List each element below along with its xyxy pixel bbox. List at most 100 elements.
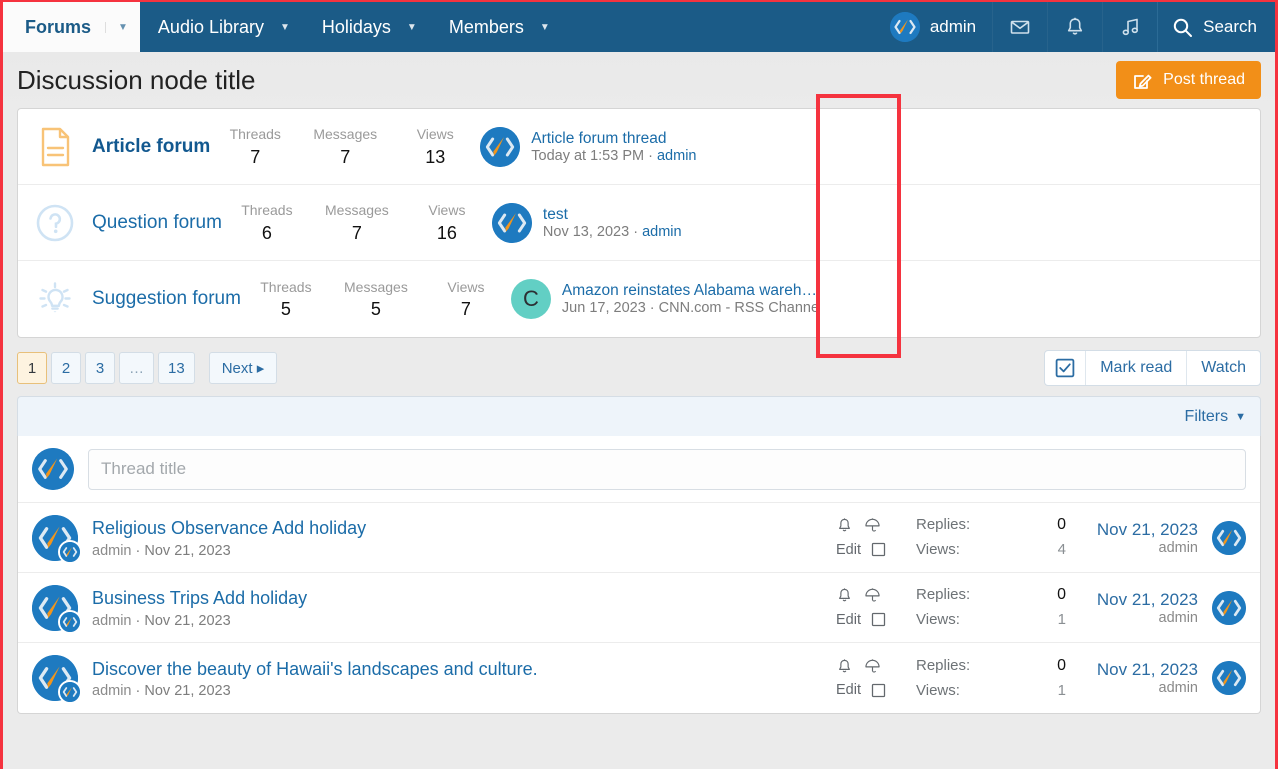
views-label: Views: xyxy=(916,608,960,631)
forum-name[interactable]: Article forum xyxy=(92,136,210,158)
thread-meta: admin · Nov 21, 2023 xyxy=(92,683,822,699)
replies-label: Replies: xyxy=(916,513,970,538)
thread-title-input[interactable] xyxy=(88,449,1246,490)
avatar[interactable] xyxy=(1212,591,1246,625)
thread-row[interactable]: Discover the beauty of Hawaii's landscap… xyxy=(18,643,1260,713)
nav-tab-forums[interactable]: Forums ▼ xyxy=(3,2,140,52)
pagination-bar: 1 2 3 … 13 Next ▸ Mark read Watch xyxy=(3,338,1275,396)
forum-views-stat: Views 13 xyxy=(390,124,480,169)
bell-icon xyxy=(836,517,853,534)
page-button-3[interactable]: 3 xyxy=(85,352,115,384)
thread-row[interactable]: Business Trips Add holiday admin · Nov 2… xyxy=(18,573,1260,643)
nav-music-button[interactable] xyxy=(1102,2,1157,52)
thread-main: Religious Observance Add holiday admin ·… xyxy=(92,516,822,558)
search-icon xyxy=(1172,17,1193,38)
thread-edit-link[interactable]: Edit xyxy=(836,682,861,698)
checkbox-unchecked-icon xyxy=(871,683,886,698)
thread-row-icons: Edit xyxy=(836,654,902,702)
last-post-date[interactable]: Nov 21, 2023 xyxy=(1080,520,1198,540)
forum-threads-stat: Threads 7 xyxy=(210,124,300,169)
last-post-title[interactable]: Amazon reinstates Alabama wareh… xyxy=(562,282,819,300)
thread-list-wrapper: Filters ▼ xyxy=(3,396,1275,714)
stat-value: 7 xyxy=(421,297,511,321)
main-navbar: Forums ▼ Audio Library ▼ Holidays ▼ Memb… xyxy=(3,2,1275,52)
page-ellipsis: … xyxy=(119,352,154,384)
avatar-letter: C xyxy=(523,286,539,312)
thread-edit-link[interactable]: Edit xyxy=(836,612,861,628)
stat-label: Threads xyxy=(241,277,331,297)
views-label: Views: xyxy=(916,679,960,702)
post-thread-button[interactable]: Post thread xyxy=(1116,61,1261,99)
page-button-2[interactable]: 2 xyxy=(51,352,81,384)
thread-author[interactable]: admin xyxy=(92,543,132,559)
meta-separator: · xyxy=(629,224,642,240)
last-post-title[interactable]: Article forum thread xyxy=(531,130,696,148)
meta-separator: · xyxy=(132,613,145,629)
thread-row[interactable]: Religious Observance Add holiday admin ·… xyxy=(18,503,1260,573)
last-post-user[interactable]: admin xyxy=(657,148,697,164)
avatar[interactable] xyxy=(1212,661,1246,695)
select-all-checkbox[interactable] xyxy=(1045,351,1086,385)
last-post-title[interactable]: test xyxy=(543,206,682,224)
forum-last-post: Article forum thread Today at 1:53 PM · … xyxy=(480,127,848,167)
envelope-icon xyxy=(1009,16,1031,38)
forum-actions-group: Mark read Watch xyxy=(1044,350,1261,386)
forum-name[interactable]: Suggestion forum xyxy=(92,288,241,310)
nav-tab-audio-library[interactable]: Audio Library ▼ xyxy=(140,2,304,52)
post-thread-label: Post thread xyxy=(1163,71,1245,89)
last-post-user[interactable]: admin xyxy=(1080,610,1198,626)
last-post-date[interactable]: Nov 21, 2023 xyxy=(1080,660,1198,680)
chevron-down-icon[interactable]: ▼ xyxy=(105,22,128,33)
page-button-1[interactable]: 1 xyxy=(17,352,47,384)
page-next-button[interactable]: Next ▸ xyxy=(209,352,278,384)
mark-read-button[interactable]: Mark read xyxy=(1086,351,1187,385)
nav-user-menu[interactable]: admin xyxy=(878,2,992,52)
avatar[interactable]: C xyxy=(511,279,551,319)
bell-icon xyxy=(836,587,853,604)
umbrella-icon xyxy=(863,658,882,675)
chevron-down-icon[interactable]: ▼ xyxy=(280,22,290,33)
thread-date: Nov 21, 2023 xyxy=(144,613,230,629)
replies-label: Replies: xyxy=(916,583,970,608)
chevron-down-icon[interactable]: ▼ xyxy=(407,22,417,33)
nav-search-button[interactable]: Search xyxy=(1157,2,1275,52)
thread-title[interactable]: Business Trips Add holiday xyxy=(92,586,822,610)
document-icon xyxy=(18,127,92,167)
avatar[interactable] xyxy=(1212,521,1246,555)
last-post-user[interactable]: admin xyxy=(1080,680,1198,696)
nav-inbox-button[interactable] xyxy=(992,2,1047,52)
watch-button[interactable]: Watch xyxy=(1187,351,1260,385)
forum-name[interactable]: Question forum xyxy=(92,212,222,234)
filters-dropdown[interactable]: Filters ▼ xyxy=(1185,408,1246,426)
thread-title[interactable]: Religious Observance Add holiday xyxy=(92,516,822,540)
last-post-date[interactable]: Nov 21, 2023 xyxy=(1080,590,1198,610)
forum-row[interactable]: Article forum Threads 7 Messages 7 Views… xyxy=(18,109,1260,185)
thread-author[interactable]: admin xyxy=(92,613,132,629)
replies-value: 0 xyxy=(1057,583,1066,608)
avatar-stack xyxy=(32,515,78,561)
avatar[interactable] xyxy=(492,203,532,243)
thread-stats: Replies:0 Views:4 xyxy=(916,513,1066,561)
meta-separator: · xyxy=(132,683,145,699)
chevron-down-icon[interactable]: ▼ xyxy=(540,22,550,33)
page-button-13[interactable]: 13 xyxy=(158,352,195,384)
last-post-user[interactable]: admin xyxy=(642,224,682,240)
nav-tab-holidays[interactable]: Holidays ▼ xyxy=(304,2,431,52)
last-post-user: CNN.com - RSS Channe xyxy=(659,300,819,316)
nav-tab-members[interactable]: Members ▼ xyxy=(431,2,564,52)
replies-label: Replies: xyxy=(916,654,970,679)
stat-label: Messages xyxy=(300,124,390,144)
avatar[interactable] xyxy=(480,127,520,167)
last-post-user[interactable]: admin xyxy=(1080,540,1198,556)
nav-tab-label: Members xyxy=(449,17,524,38)
stat-value: 7 xyxy=(210,145,300,169)
forum-row[interactable]: Question forum Threads 6 Messages 7 View… xyxy=(18,185,1260,261)
thread-title[interactable]: Discover the beauty of Hawaii's landscap… xyxy=(92,657,822,681)
forum-last-post: C Amazon reinstates Alabama wareh… Jun 1… xyxy=(511,279,879,319)
umbrella-icon xyxy=(863,587,882,604)
thread-edit-link[interactable]: Edit xyxy=(836,542,861,558)
thread-author[interactable]: admin xyxy=(92,683,132,699)
forum-row[interactable]: Suggestion forum Threads 5 Messages 5 Vi… xyxy=(18,261,1260,337)
nav-alerts-button[interactable] xyxy=(1047,2,1102,52)
avatar xyxy=(32,448,74,490)
